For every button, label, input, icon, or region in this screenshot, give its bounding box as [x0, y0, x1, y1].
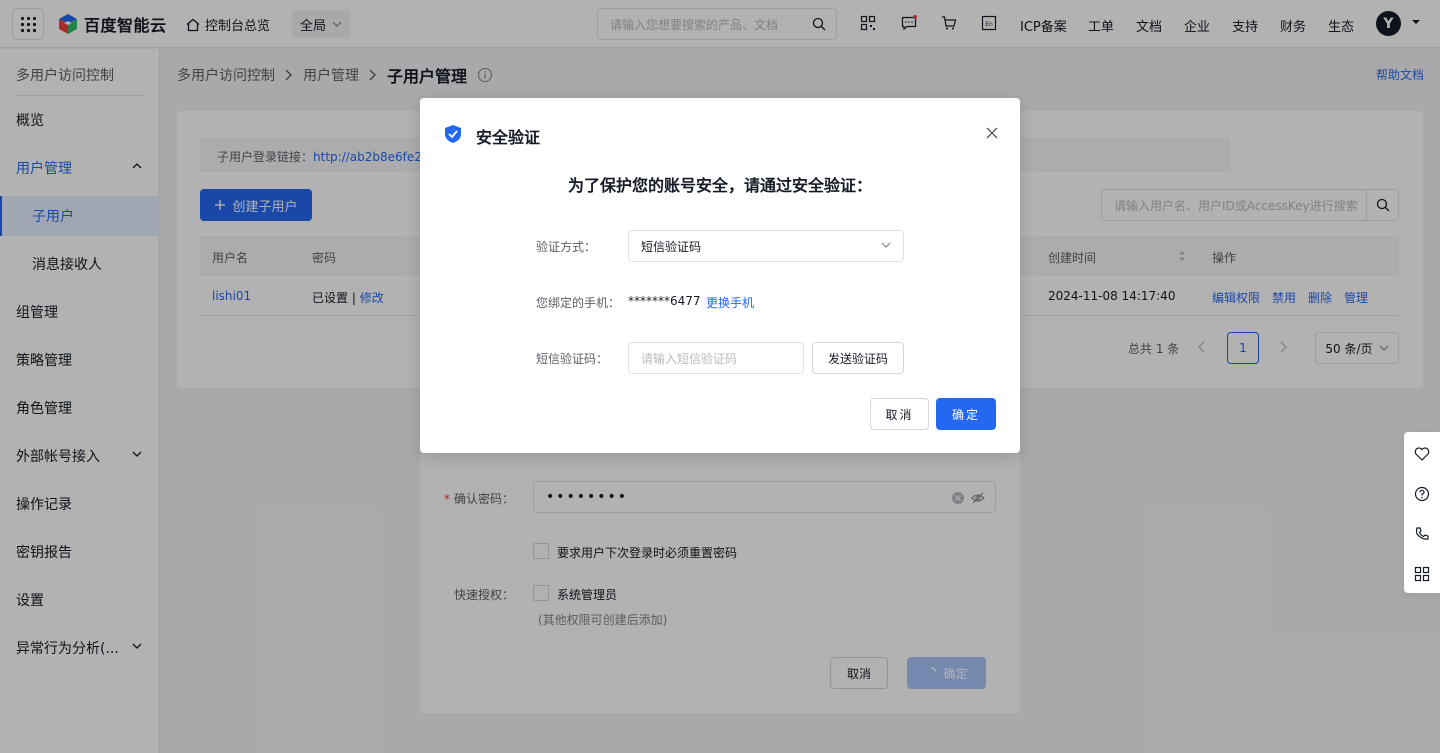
phone-icon — [1415, 527, 1429, 540]
modal-title: 安全验证 — [476, 128, 541, 147]
close-icon[interactable] — [985, 126, 999, 140]
chevron-down-icon — [881, 242, 891, 248]
contact-button[interactable] — [1404, 514, 1440, 554]
floating-toolbar — [1404, 432, 1440, 593]
modal-cancel-button[interactable]: 取消 — [870, 398, 929, 430]
apps-button[interactable] — [1404, 554, 1440, 594]
sms-code-input[interactable]: 请输入短信验证码 — [628, 342, 804, 374]
change-phone-link[interactable]: 更换手机 — [706, 294, 754, 311]
help-button[interactable] — [1404, 474, 1440, 514]
bound-phone-label: 您绑定的手机： — [536, 296, 621, 310]
modal-confirm-button[interactable]: 确定 — [936, 398, 996, 430]
sms-code-placeholder: 请输入短信验证码 — [641, 351, 738, 366]
modal-heading: 为了保护您的账号安全，请通过安全验证： — [567, 176, 872, 195]
bound-phone-value: *******6477 — [628, 294, 701, 308]
verify-method-label: 验证方式： — [536, 240, 597, 254]
verify-method-select[interactable]: 短信验证码 — [628, 230, 904, 262]
verify-method-value: 短信验证码 — [641, 239, 702, 254]
security-verify-modal — [420, 98, 1020, 453]
apps-grid-icon — [1414, 566, 1430, 582]
heart-icon — [1414, 447, 1430, 461]
question-icon — [1414, 486, 1430, 502]
shield-check-icon — [445, 125, 461, 143]
favorite-button[interactable] — [1404, 434, 1440, 474]
sms-code-label: 短信验证码： — [536, 352, 609, 366]
send-code-button[interactable]: 发送验证码 — [812, 342, 904, 374]
